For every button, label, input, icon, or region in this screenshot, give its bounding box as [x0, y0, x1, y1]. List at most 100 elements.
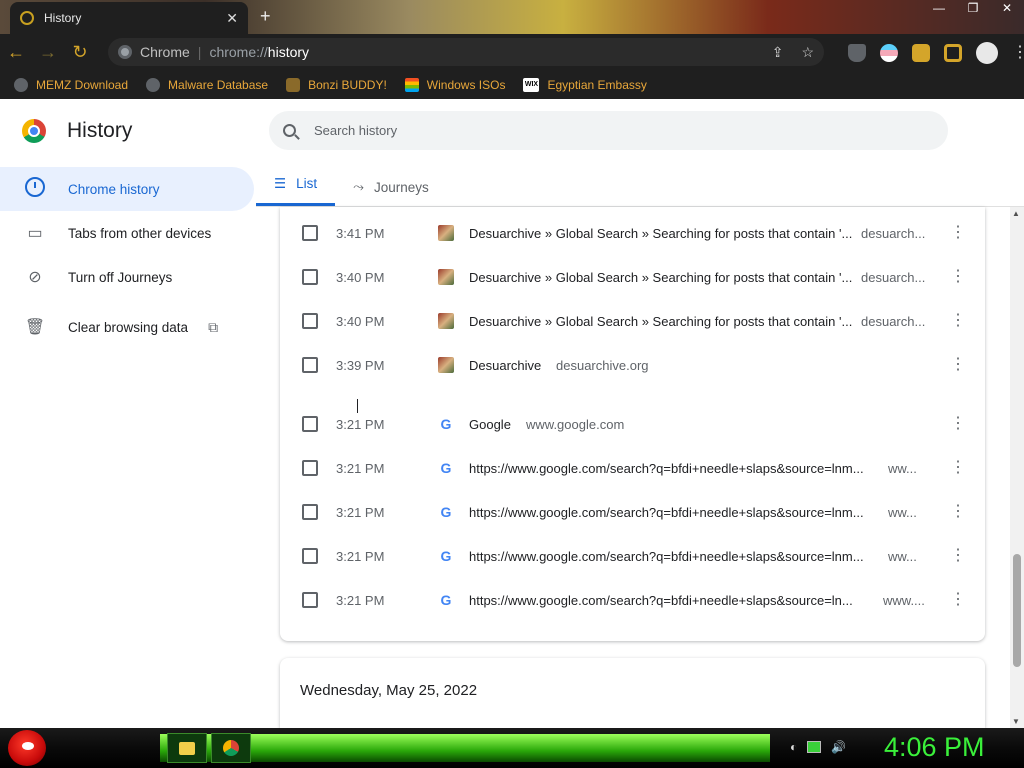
row-title[interactable]: Google [469, 417, 511, 432]
reload-button[interactable]: ↻ [64, 36, 96, 68]
tab-close-icon[interactable]: ✕ [226, 10, 238, 27]
more-actions-icon[interactable]: ⋮ [950, 416, 966, 432]
extensions-area: ⋮ [848, 42, 1024, 64]
flag-extension-icon[interactable] [880, 44, 898, 62]
more-actions-icon[interactable]: ⋮ [950, 225, 966, 241]
ublock-extension-icon[interactable] [848, 44, 866, 62]
bookmark-windows-isos[interactable]: Windows ISOs [404, 77, 505, 92]
new-tab-button[interactable]: + [260, 6, 271, 27]
scroll-down-icon[interactable]: ▼ [1012, 717, 1020, 726]
more-actions-icon[interactable]: ⋮ [950, 313, 966, 329]
google-icon: G [440, 504, 452, 520]
more-actions-icon[interactable]: ⋮ [950, 548, 966, 564]
more-actions-icon[interactable]: ⋮ [950, 269, 966, 285]
back-button[interactable]: ← [0, 36, 32, 68]
share-icon[interactable]: ⇪ [772, 44, 784, 61]
tab-list[interactable]: ☰ List [256, 164, 336, 206]
address-bar[interactable]: Chrome | chrome:// history ⇪ ☆ [108, 38, 824, 66]
table-row[interactable]: 3:39 PM Desuarchive desuarchive.org ⋮ [280, 343, 985, 387]
row-checkbox[interactable] [302, 313, 318, 329]
extensions-puzzle-icon[interactable] [912, 44, 930, 62]
volume-icon[interactable]: 🔊 [831, 740, 846, 754]
sidebar-item-turn-off-journeys[interactable]: ⊘ Turn off Journeys [0, 255, 256, 299]
sidebar-item-other-devices[interactable]: ▭ Tabs from other devices [0, 211, 256, 255]
row-title[interactable]: Desuarchive » Global Search » Searching … [469, 270, 852, 285]
taskbar-clock[interactable]: 4:06 PM [884, 732, 985, 763]
url-prefix: chrome:// [209, 44, 268, 60]
row-checkbox[interactable] [302, 225, 318, 241]
more-actions-icon[interactable]: ⋮ [950, 357, 966, 373]
list-icon: ☰ [274, 175, 287, 191]
row-title[interactable]: https://www.google.com/search?q=bfdi+nee… [469, 505, 864, 520]
sidebar-item-chrome-history[interactable]: Chrome history [0, 167, 254, 211]
table-row[interactable]: 3:21 PM G https://www.google.com/search?… [280, 578, 985, 622]
tab-journeys[interactable]: ⤳ Journeys [335, 168, 447, 206]
table-row[interactable]: 3:41 PM Desuarchive » Global Search » Se… [280, 211, 985, 255]
taskbar-file-explorer[interactable] [167, 733, 207, 763]
search-box[interactable] [269, 111, 948, 150]
history-card: 3:41 PM Desuarchive » Global Search » Se… [280, 207, 985, 641]
forward-button[interactable]: → [32, 36, 64, 68]
maximize-button[interactable]: ❐ [956, 0, 990, 16]
table-row[interactable]: 3:21 PM G https://www.google.com/search?… [280, 490, 985, 534]
system-tray: ◐ 🔊 [790, 740, 846, 754]
window-close-button[interactable]: ✕ [990, 0, 1024, 16]
history-tab-icon [20, 11, 34, 25]
table-row[interactable]: 3:40 PM Desuarchive » Global Search » Se… [280, 299, 985, 343]
table-row[interactable]: 3:21 PM G https://www.google.com/search?… [280, 446, 985, 490]
bookmark-label: MEMZ Download [36, 77, 129, 92]
more-actions-icon[interactable]: ⋮ [950, 592, 966, 608]
bookmark-label: Bonzi BUDDY! [308, 77, 387, 92]
date-header: Wednesday, May 25, 2022 [300, 682, 478, 699]
row-checkbox[interactable] [302, 357, 318, 373]
history-tabs: ☰ List ⤳ Journeys [256, 165, 1024, 207]
row-domain: desuarch... [861, 313, 926, 329]
network-icon[interactable] [807, 741, 822, 753]
bookmark-bonzi-buddy[interactable]: Bonzi BUDDY! [286, 77, 387, 92]
search-input[interactable] [314, 123, 914, 138]
omnibox-actions: ⇪ ☆ [772, 44, 814, 61]
more-actions-icon[interactable]: ⋮ [950, 460, 966, 476]
clock-icon [24, 176, 46, 202]
chrome-menu-icon[interactable]: ⋮ [1012, 44, 1024, 62]
scroll-up-icon[interactable]: ▲ [1012, 209, 1020, 218]
table-row[interactable]: 3:21 PM G Google www.google.com ⋮ [280, 402, 985, 446]
row-title[interactable]: https://www.google.com/search?q=bfdi+nee… [469, 461, 864, 476]
scrollbar[interactable]: ▲ ▼ [1010, 207, 1024, 728]
omnibox-separator: | [197, 44, 202, 60]
row-checkbox[interactable] [302, 548, 318, 564]
journeys-off-icon: ⊘ [28, 269, 42, 286]
row-checkbox[interactable] [302, 416, 318, 432]
row-title[interactable]: Desuarchive » Global Search » Searching … [469, 314, 852, 329]
bookmark-memz[interactable]: MEMZ Download [14, 77, 129, 92]
table-row[interactable]: 3:40 PM Desuarchive » Global Search » Se… [280, 255, 985, 299]
scrollbar-thumb[interactable] [1013, 554, 1021, 667]
taskbar-chrome[interactable] [211, 733, 251, 763]
row-title[interactable]: Desuarchive » Global Search » Searching … [469, 226, 852, 241]
taskbar: ◐ 🔊 4:06 PM [0, 728, 1024, 768]
row-checkbox[interactable] [302, 504, 318, 520]
sidebar-item-label: Chrome history [68, 181, 160, 197]
bookmark-malware-database[interactable]: Malware Database [146, 77, 268, 92]
row-title[interactable]: https://www.google.com/search?q=bfdi+nee… [469, 549, 864, 564]
row-title[interactable]: https://www.google.com/search?q=bfdi+nee… [469, 593, 853, 608]
side-panel-icon[interactable] [944, 44, 962, 62]
row-checkbox[interactable] [302, 592, 318, 608]
search-icon [283, 124, 296, 137]
sidebar-item-clear-browsing-data[interactable]: 🗑 Clear browsing data ⧉ [0, 305, 256, 349]
tray-app-icon[interactable]: ◐ [790, 740, 797, 754]
browser-tab[interactable]: History ✕ [10, 2, 248, 34]
minimize-button[interactable]: — [922, 0, 956, 16]
start-button[interactable] [8, 730, 46, 766]
devices-icon: ▭ [27, 225, 43, 242]
bookmarks-bar: MEMZ Download Malware Database Bonzi BUD… [0, 70, 1024, 99]
table-row[interactable]: 3:21 PM G https://www.google.com/search?… [280, 534, 985, 578]
profile-avatar-icon[interactable] [976, 42, 998, 64]
bookmark-star-icon[interactable]: ☆ [801, 44, 814, 61]
row-title[interactable]: Desuarchive [469, 358, 541, 373]
bookmark-egyptian-embassy[interactable]: WIX Egyptian Embassy [523, 77, 647, 92]
more-actions-icon[interactable]: ⋮ [950, 504, 966, 520]
row-checkbox[interactable] [302, 460, 318, 476]
chrome-icon [223, 740, 239, 756]
row-checkbox[interactable] [302, 269, 318, 285]
